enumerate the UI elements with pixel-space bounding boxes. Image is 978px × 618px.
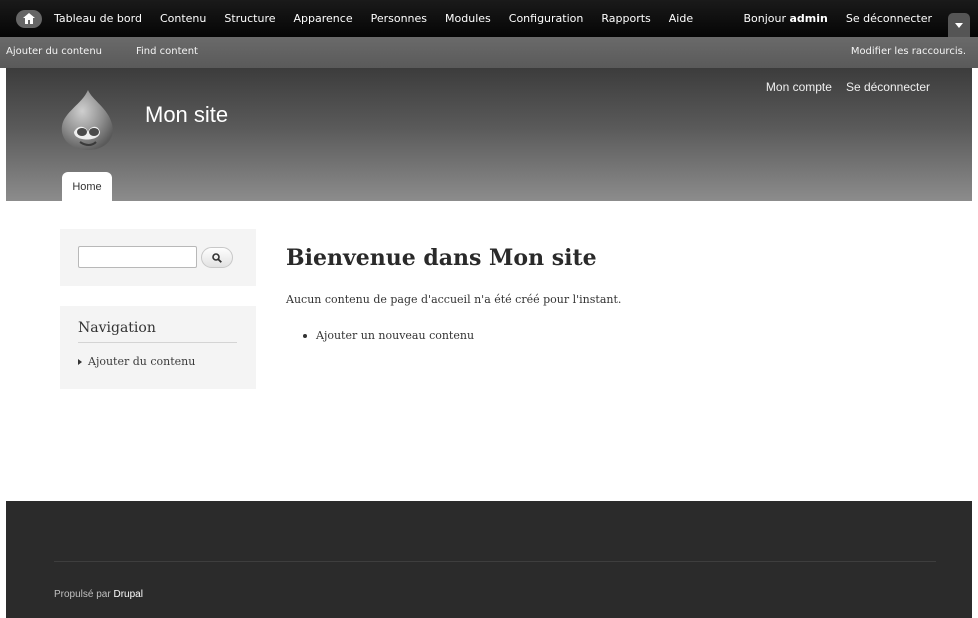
- edit-shortcuts-link[interactable]: Modifier les raccourcis.: [851, 46, 966, 57]
- add-content-link[interactable]: Ajouter un nouveau contenu: [303, 329, 474, 342]
- my-account-link[interactable]: Mon compte: [766, 80, 832, 94]
- toolbar-contenu[interactable]: Contenu: [160, 12, 206, 25]
- add-content-label: Ajouter un nouveau contenu: [316, 329, 475, 342]
- page-title: Bienvenue dans Mon site: [286, 245, 597, 271]
- drupal-link[interactable]: Drupal: [113, 589, 142, 600]
- navigation-title: Navigation: [78, 320, 237, 343]
- site-header: Mon site Mon compte Se déconnecter Home: [6, 68, 972, 201]
- search-button[interactable]: [201, 247, 233, 268]
- toolbar-personnes[interactable]: Personnes: [371, 12, 427, 25]
- footer-divider: [54, 561, 936, 562]
- intro-text: Aucun contenu de page d'accueil n'a été …: [286, 293, 622, 306]
- nav-item-ajouter-du-contenu[interactable]: Ajouter du contenu: [78, 355, 195, 368]
- greeting: Bonjour admin: [743, 12, 827, 25]
- search-input[interactable]: [78, 246, 197, 268]
- toolbar-apparence[interactable]: Apparence: [294, 12, 353, 25]
- search-icon: [212, 252, 222, 263]
- home-button[interactable]: [16, 9, 42, 28]
- home-icon: [23, 13, 35, 24]
- site-footer: Propulsé par Drupal: [6, 501, 972, 618]
- nav-item-label: Ajouter du contenu: [88, 355, 196, 368]
- toolbar-structure[interactable]: Structure: [224, 12, 275, 25]
- shortcuts-bar: Ajouter du contenu Find content Modifier…: [0, 37, 978, 68]
- greeting-text: Bonjour: [743, 12, 790, 25]
- admin-toolbar: Tableau de bord Contenu Structure Appare…: [0, 0, 978, 37]
- toolbar-rapports[interactable]: Rapports: [601, 12, 650, 25]
- tab-home[interactable]: Home: [62, 172, 112, 201]
- drupal-logo-icon[interactable]: [58, 88, 116, 152]
- main-region: Navigation Ajouter du contenu Bienvenue …: [6, 201, 972, 501]
- triangle-right-icon: [78, 358, 82, 365]
- bullet-icon: [303, 333, 307, 338]
- shortcut-ajouter-du-contenu[interactable]: Ajouter du contenu: [6, 46, 102, 57]
- site-name[interactable]: Mon site: [145, 102, 228, 128]
- toolbar-logout-link[interactable]: Se déconnecter: [846, 12, 932, 25]
- toolbar-drawer-toggle[interactable]: [948, 13, 970, 37]
- toolbar-modules[interactable]: Modules: [445, 12, 491, 25]
- toolbar-aide[interactable]: Aide: [669, 12, 693, 25]
- navigation-block: Navigation Ajouter du contenu: [60, 306, 256, 389]
- shortcut-find-content[interactable]: Find content: [136, 46, 198, 57]
- toolbar-tableau-de-bord[interactable]: Tableau de bord: [54, 12, 142, 25]
- powered-by-prefix: Propulsé par: [54, 589, 114, 600]
- logout-link[interactable]: Se déconnecter: [846, 80, 930, 94]
- username[interactable]: admin: [789, 12, 827, 25]
- toolbar-user-area: Bonjour admin Se déconnecter: [743, 0, 978, 37]
- toolbar-configuration[interactable]: Configuration: [509, 12, 584, 25]
- powered-by: Propulsé par Drupal: [54, 589, 143, 600]
- search-block: [60, 229, 256, 286]
- chevron-down-icon: [955, 22, 963, 28]
- secondary-menu: Mon compte Se déconnecter: [766, 80, 930, 94]
